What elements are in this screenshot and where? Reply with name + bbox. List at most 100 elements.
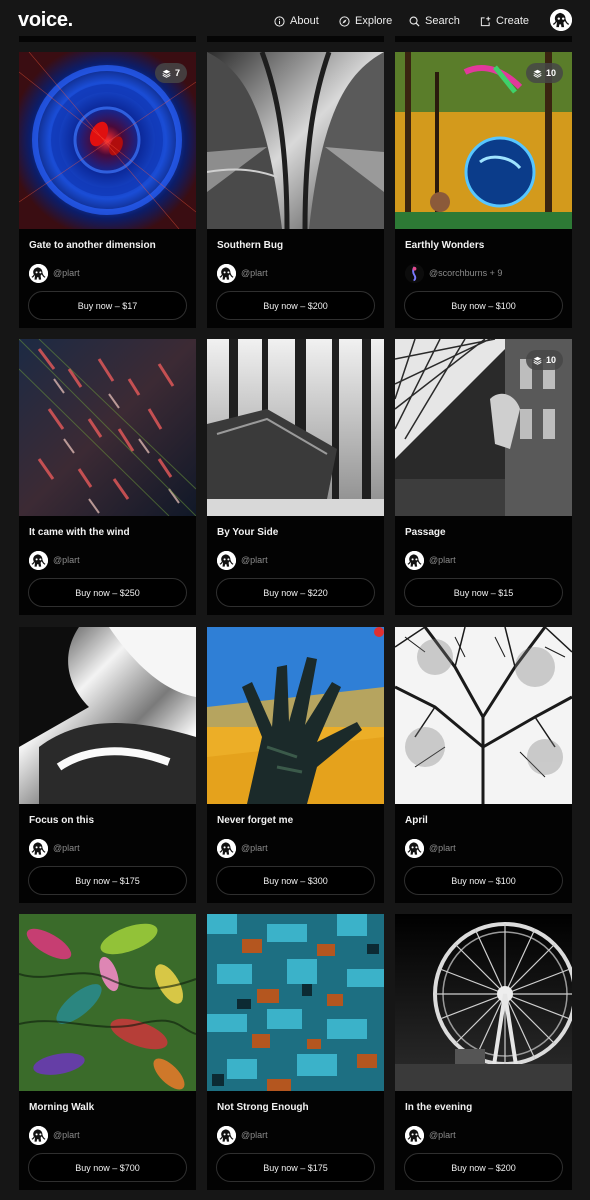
artwork-title[interactable]: In the evening (405, 1102, 472, 1113)
artwork-image[interactable] (207, 52, 384, 229)
stack-icon (533, 356, 542, 365)
creator-avatar (405, 550, 424, 570)
creator-link[interactable]: @plart (29, 1125, 80, 1145)
creator-link[interactable]: @plart (405, 550, 456, 570)
creator-avatar (29, 263, 48, 283)
buy-now-button[interactable]: Buy now – $175 (28, 866, 187, 895)
previous-row-edge (395, 36, 572, 42)
edition-badge: 7 (154, 63, 187, 83)
artwork-title[interactable]: Not Strong Enough (217, 1102, 309, 1113)
artwork-card[interactable]: Morning Walk @plart Buy now – $700 (19, 914, 196, 1190)
artwork-image[interactable] (207, 914, 384, 1091)
creator-handle: @plart (429, 1130, 456, 1140)
buy-now-button[interactable]: Buy now – $100 (404, 866, 563, 895)
artwork-title[interactable]: Gate to another dimension (29, 240, 156, 251)
voice-logo[interactable]: voice. (18, 9, 73, 32)
buy-now-button[interactable]: Buy now – $220 (216, 578, 375, 607)
artwork-title[interactable]: Passage (405, 527, 446, 538)
creator-link[interactable]: @plart (405, 1125, 456, 1145)
creator-handle: @plart (429, 843, 456, 853)
edition-badge: 10 (525, 350, 563, 370)
artwork-card[interactable]: Southern Bug @plart Buy now – $200 (207, 52, 384, 328)
creator-avatar (217, 263, 236, 283)
creator-avatar (405, 838, 424, 858)
nav-about-label: About (290, 15, 319, 27)
edition-count: 7 (174, 68, 180, 78)
artwork-card[interactable]: Not Strong Enough @plart Buy now – $175 (207, 914, 384, 1190)
buy-now-button[interactable]: Buy now – $200 (404, 1153, 563, 1182)
buy-now-button[interactable]: Buy now – $700 (28, 1153, 187, 1182)
artwork-image[interactable] (19, 914, 196, 1091)
artwork-card[interactable]: By Your Side @plart Buy now – $220 (207, 339, 384, 615)
nav-about[interactable]: About (274, 13, 319, 29)
creator-link[interactable]: @plart (217, 263, 268, 283)
creator-link[interactable]: @scorchburns + 9 (405, 263, 502, 283)
nav-explore[interactable]: Explore (339, 13, 392, 29)
artwork-title[interactable]: By Your Side (217, 527, 278, 538)
buy-now-button[interactable]: Buy now – $300 (216, 866, 375, 895)
nav-search[interactable]: Search (409, 13, 460, 29)
artwork-image[interactable] (19, 339, 196, 516)
creator-link[interactable]: @plart (29, 838, 80, 858)
avatar-image (550, 9, 572, 31)
artwork-card[interactable]: 7 Gate to another dimension @plart Buy n… (19, 52, 196, 328)
artwork-image[interactable] (207, 627, 384, 804)
artwork-image[interactable] (395, 914, 572, 1091)
create-icon (480, 16, 491, 26)
creator-avatar (29, 550, 48, 570)
creator-link[interactable]: @plart (29, 263, 80, 283)
artwork-image[interactable] (19, 627, 196, 804)
artwork-image[interactable] (207, 339, 384, 516)
artwork-title[interactable]: Never forget me (217, 815, 293, 826)
creator-link[interactable]: @plart (217, 838, 268, 858)
creator-link[interactable]: @plart (405, 838, 456, 858)
creator-handle: @plart (429, 555, 456, 565)
creator-avatar (217, 550, 236, 570)
artwork-title[interactable]: April (405, 815, 428, 826)
creator-handle: @scorchburns + 9 (429, 268, 503, 278)
artwork-card[interactable]: 10 Earthly Wonders @scorchburns + 9 Buy … (395, 52, 572, 328)
artwork-card[interactable]: In the evening @plart Buy now – $200 (395, 914, 572, 1190)
buy-now-button[interactable]: Buy now – $17 (28, 291, 187, 320)
artwork-card[interactable]: April @plart Buy now – $100 (395, 627, 572, 903)
artwork-card[interactable]: Focus on this @plart Buy now – $175 (19, 627, 196, 903)
buy-now-button[interactable]: Buy now – $250 (28, 578, 187, 607)
creator-handle: @plart (53, 268, 80, 278)
creator-avatar (405, 1125, 424, 1145)
creator-link[interactable]: @plart (217, 550, 268, 570)
search-icon (409, 16, 420, 27)
creator-avatar (405, 263, 424, 283)
user-avatar[interactable] (550, 9, 572, 31)
creator-avatar (217, 838, 236, 858)
previous-row-edge (19, 36, 196, 42)
edition-badge: 10 (525, 63, 563, 83)
buy-now-button[interactable]: Buy now – $200 (216, 291, 375, 320)
nav-create-label: Create (496, 15, 530, 27)
creator-link[interactable]: @plart (217, 1125, 268, 1145)
artwork-title[interactable]: Earthly Wonders (405, 240, 484, 251)
previous-row-edge (207, 36, 384, 42)
artwork-title[interactable]: Morning Walk (29, 1102, 94, 1113)
creator-avatar (217, 1125, 236, 1145)
compass-icon (339, 15, 350, 27)
creator-avatar (29, 1125, 48, 1145)
stack-icon (533, 69, 542, 78)
buy-now-button[interactable]: Buy now – $100 (404, 291, 563, 320)
artwork-title[interactable]: It came with the wind (29, 527, 130, 538)
creator-link[interactable]: @plart (29, 550, 80, 570)
nav-create[interactable]: Create (480, 13, 529, 29)
creator-handle: @plart (53, 843, 80, 853)
buy-now-button[interactable]: Buy now – $175 (216, 1153, 375, 1182)
buy-now-button[interactable]: Buy now – $15 (404, 578, 563, 607)
info-icon (274, 15, 285, 27)
artwork-image[interactable] (395, 627, 572, 804)
creator-handle: @plart (53, 555, 80, 565)
artwork-title[interactable]: Southern Bug (217, 240, 283, 251)
creator-handle: @plart (241, 268, 268, 278)
artwork-title[interactable]: Focus on this (29, 815, 94, 826)
nav-search-label: Search (425, 15, 460, 27)
artwork-card[interactable]: It came with the wind @plart Buy now – $… (19, 339, 196, 615)
nav-explore-label: Explore (355, 15, 393, 27)
artwork-card[interactable]: Never forget me @plart Buy now – $300 (207, 627, 384, 903)
artwork-card[interactable]: 10 Passage @plart Buy now – $15 (395, 339, 572, 615)
